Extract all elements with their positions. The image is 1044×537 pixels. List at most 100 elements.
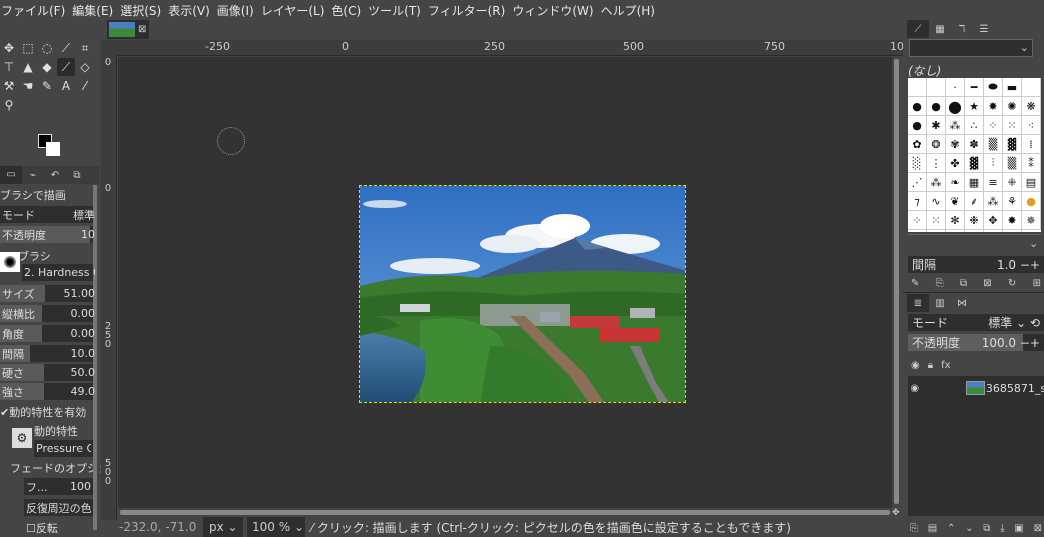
brushes-tab-icon[interactable]: ⟋ <box>907 20 929 38</box>
horizontal-scrollbar[interactable] <box>118 508 892 517</box>
raise-layer-icon[interactable]: ⌃ <box>947 523 955 534</box>
paths-tab-icon[interactable]: ⋈ <box>951 294 973 312</box>
brush-swatch[interactable]: ≡ <box>984 173 1003 192</box>
menu-layer[interactable]: レイヤー(L) <box>261 2 331 19</box>
mode-row[interactable]: モード 標準 <box>0 206 97 223</box>
color-picker-tool-icon[interactable]: ⁄ <box>76 77 94 95</box>
menu-select[interactable]: 選択(S) <box>120 2 167 19</box>
brush-swatch[interactable] <box>927 78 946 97</box>
repeat-select[interactable]: 反復 周辺の色 <box>24 499 93 516</box>
text-tool-icon[interactable]: A <box>57 77 75 95</box>
patterns-tab-icon[interactable]: ▦ <box>929 20 951 38</box>
expand-chevron-icon[interactable]: ⌄ <box>1029 237 1038 250</box>
brush-swatch[interactable]: ❋ <box>1022 97 1041 116</box>
paintbrush-tool-icon[interactable]: ⟋ <box>57 58 75 76</box>
brush-swatch[interactable]: ▒ <box>1003 154 1022 173</box>
canvas-viewport[interactable] <box>118 57 892 508</box>
hardness-slider[interactable]: 硬さ 50.0 <box>0 364 97 381</box>
force-slider[interactable]: 強さ 49.0 <box>0 383 97 400</box>
brush-swatch[interactable]: ✺ <box>1003 97 1022 116</box>
brush-swatch[interactable]: ❋ <box>927 230 946 232</box>
brush-swatch[interactable]: ❂ <box>927 135 946 154</box>
eraser-tool-icon[interactable]: ◇ <box>76 58 94 76</box>
transform-tool-icon[interactable]: ⊤ <box>0 58 18 76</box>
brush-swatch[interactable]: ⁙ <box>927 211 946 230</box>
layer-list[interactable]: ◉ 3685871_s <box>908 376 1044 516</box>
dynamics-icon[interactable]: ⚙ <box>12 428 32 448</box>
brush-swatch[interactable]: ∴ <box>965 116 984 135</box>
brush-swatch[interactable]: ⁖ <box>1022 116 1041 135</box>
fg-bg-colors[interactable] <box>38 134 60 156</box>
new-group-icon[interactable]: ▤ <box>928 523 937 534</box>
brush-swatch[interactable]: ⸙ <box>965 192 984 211</box>
brush-swatch[interactable]: ★ <box>965 97 984 116</box>
brush-swatch[interactable]: ⚘ <box>1003 192 1022 211</box>
rect-select-tool-icon[interactable]: ⬚ <box>19 39 37 57</box>
brush-swatch[interactable]: ● <box>927 97 946 116</box>
brush-swatch[interactable]: ❧ <box>946 173 965 192</box>
brush-swatch[interactable]: ❦ <box>984 230 1003 232</box>
layer-name[interactable]: 3685871_s <box>986 382 1044 395</box>
menu-view[interactable]: 表示(V) <box>168 2 216 19</box>
move-tool-icon[interactable]: ✥ <box>0 39 18 57</box>
background-color[interactable] <box>46 142 60 156</box>
brush-swatch[interactable]: ▓ <box>965 154 984 173</box>
brush-swatch[interactable]: ● <box>908 116 927 135</box>
brush-swatch[interactable]: ⋮ <box>927 154 946 173</box>
brush-grid[interactable]: · ━ ⬬ ▬ ● ● ● ★ ✸ ✺ ❋ ● ✱ ⁂ ∴ ⁘ ⁙ ⁖ ✿ ❂ … <box>908 78 1041 232</box>
mode-value[interactable]: 標準 <box>73 207 95 223</box>
brush-swatch[interactable]: ━ <box>965 78 984 97</box>
horizontal-ruler[interactable]: -250 0 250 500 750 10 <box>117 40 904 56</box>
delete-layer-icon[interactable]: ⊠ <box>1034 523 1042 534</box>
dock-divider[interactable] <box>903 292 1044 293</box>
brush-swatch[interactable]: · <box>946 78 965 97</box>
merge-down-icon[interactable]: ⤓ <box>1000 523 1004 534</box>
dynamics-enable-checkbox[interactable]: ✔動的特性を有効 <box>0 404 86 420</box>
brush-swatch[interactable]: ❃ <box>965 230 984 232</box>
duplicate-layer-icon[interactable]: ⧉ <box>983 523 990 534</box>
brush-swatch[interactable]: ⬬ <box>984 78 1003 97</box>
lasso-tool-icon[interactable]: ◌ <box>38 39 56 57</box>
brush-swatch[interactable]: ⁜ <box>1003 173 1022 192</box>
device-status-tab-icon[interactable]: ⌁ <box>22 170 44 181</box>
brush-swatch[interactable]: ● <box>1022 192 1041 211</box>
brush-swatch[interactable]: ⁑ <box>1022 154 1041 173</box>
layers-tab-icon[interactable]: ≣ <box>907 294 929 312</box>
brush-swatch[interactable]: ⁙ <box>1003 116 1022 135</box>
fonts-tab-icon[interactable]: ℸ <box>951 20 973 38</box>
brush-swatch[interactable]: ▩ <box>946 230 965 232</box>
menu-image[interactable]: 画像(I) <box>217 2 260 19</box>
brush-swatch[interactable]: ✤ <box>946 154 965 173</box>
brush-swatch[interactable]: ⁂ <box>984 192 1003 211</box>
brush-swatch[interactable]: ✻ <box>946 211 965 230</box>
layer-opacity-slider[interactable]: 不透明度 100.0 −+ <box>908 334 1044 351</box>
brush-swatch[interactable]: ✥ <box>984 211 1003 230</box>
brush-tags-icon[interactable]: ⊞ <box>1033 278 1041 289</box>
brush-swatch[interactable]: ⁞ <box>1022 135 1041 154</box>
brush-swatch[interactable]: ● <box>946 97 965 116</box>
brush-swatch[interactable]: ✾ <box>946 135 965 154</box>
bucket-fill-tool-icon[interactable]: ◆ <box>38 58 56 76</box>
brush-spacing-slider[interactable]: 間隔 1.0 −+ <box>908 256 1044 273</box>
angle-slider[interactable]: 角度 0.00 <box>0 325 97 342</box>
menu-windows[interactable]: ウィンドウ(W) <box>512 2 599 19</box>
brush-swatch[interactable]: ✸ <box>984 97 1003 116</box>
brush-swatch[interactable]: ✸ <box>1003 211 1022 230</box>
brush-swatch[interactable]: ⁘ <box>984 116 1003 135</box>
close-tab-icon[interactable]: ⊠ <box>138 24 146 35</box>
brush-swatch[interactable]: ░ <box>908 154 927 173</box>
delete-brush-icon[interactable]: ⊠ <box>983 278 991 289</box>
brush-swatch[interactable]: ∿ <box>927 192 946 211</box>
reverse-checkbox[interactable]: ☐反転 <box>26 520 58 536</box>
warp-tool-icon[interactable]: ▲ <box>19 58 37 76</box>
unit-select[interactable]: px ⌄ <box>203 517 243 537</box>
dynamics-value-field[interactable]: Pressure O <box>34 440 93 457</box>
brush-swatch[interactable]: ⁊ <box>908 192 927 211</box>
brush-swatch[interactable]: ▓ <box>1003 135 1022 154</box>
lock-icon[interactable]: 🔒︎ <box>928 360 933 371</box>
brush-filter-select[interactable]: ⌄ <box>909 39 1033 57</box>
brush-swatch[interactable] <box>908 78 927 97</box>
brush-swatch[interactable]: ✿ <box>908 135 927 154</box>
brush-swatch[interactable]: ✵ <box>1022 211 1041 230</box>
duplicate-brush-icon[interactable]: ⧉ <box>960 278 967 289</box>
